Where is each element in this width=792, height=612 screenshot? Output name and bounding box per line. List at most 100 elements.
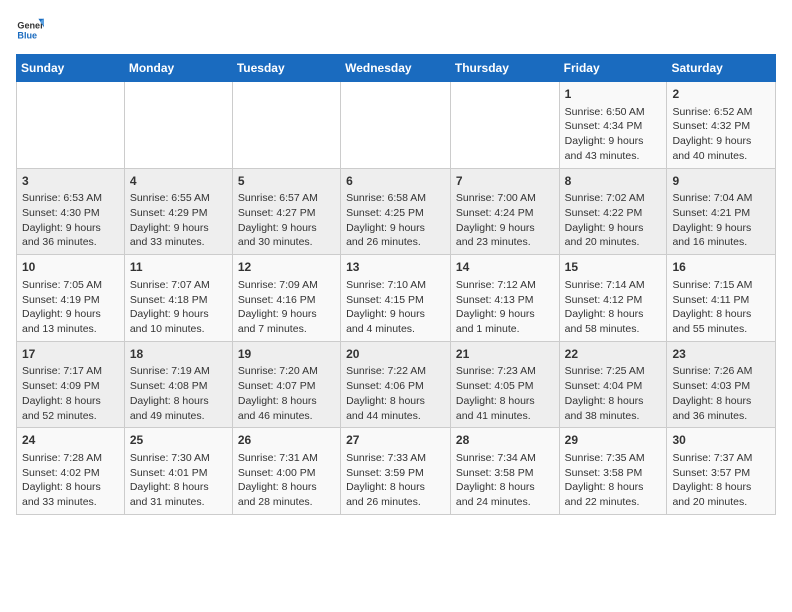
day-info: Sunrise: 7:34 AMSunset: 3:58 PMDaylight:… (456, 451, 554, 510)
day-number: 4 (130, 173, 227, 190)
day-number: 29 (565, 432, 662, 449)
day-cell-1-4 (341, 82, 451, 169)
header-friday: Friday (559, 55, 667, 82)
day-cell-5-2: 25 Sunrise: 7:30 AMSunset: 4:01 PMDayligh… (124, 428, 232, 515)
day-number: 27 (346, 432, 445, 449)
day-info: Sunrise: 6:52 AMSunset: 4:32 PMDaylight:… (672, 105, 770, 164)
day-number: 15 (565, 259, 662, 276)
day-info: Sunrise: 7:05 AMSunset: 4:19 PMDaylight:… (22, 278, 119, 337)
day-cell-5-5: 28 Sunrise: 7:34 AMSunset: 3:58 PMDayligh… (450, 428, 559, 515)
day-cell-1-6: 1 Sunrise: 6:50 AMSunset: 4:34 PMDaylight… (559, 82, 667, 169)
day-info: Sunrise: 7:25 AMSunset: 4:04 PMDaylight:… (565, 364, 662, 423)
day-info: Sunrise: 7:15 AMSunset: 4:11 PMDaylight:… (672, 278, 770, 337)
day-info: Sunrise: 7:37 AMSunset: 3:57 PMDaylight:… (672, 451, 770, 510)
day-cell-5-1: 24 Sunrise: 7:28 AMSunset: 4:02 PMDayligh… (17, 428, 125, 515)
day-number: 9 (672, 173, 770, 190)
day-number: 18 (130, 346, 227, 363)
day-cell-4-7: 23Sunrise: 7:26 AMSunset: 4:03 PMDayligh… (667, 341, 776, 428)
day-cell-1-3 (232, 82, 340, 169)
calendar-table: SundayMondayTuesdayWednesdayThursdayFrid… (16, 54, 776, 515)
day-cell-2-7: 9Sunrise: 7:04 AMSunset: 4:21 PMDaylight… (667, 168, 776, 255)
day-info: Sunrise: 7:14 AMSunset: 4:12 PMDaylight:… (565, 278, 662, 337)
header-saturday: Saturday (667, 55, 776, 82)
svg-text:General: General (17, 21, 44, 31)
day-cell-5-7: 30 Sunrise: 7:37 AMSunset: 3:57 PMDayligh… (667, 428, 776, 515)
day-cell-5-6: 29Sunrise: 7:35 AMSunset: 3:58 PMDayligh… (559, 428, 667, 515)
day-cell-1-2 (124, 82, 232, 169)
week-row-5: 24 Sunrise: 7:28 AMSunset: 4:02 PMDayligh… (17, 428, 776, 515)
day-info: Sunrise: 7:23 AMSunset: 4:05 PMDaylight:… (456, 364, 554, 423)
day-number: 12 (238, 259, 335, 276)
day-info: Sunrise: 7:17 AMSunset: 4:09 PMDaylight:… (22, 364, 119, 423)
header: General Blue (16, 16, 776, 44)
day-number: 30 (672, 432, 770, 449)
day-info: Sunrise: 7:02 AMSunset: 4:22 PMDaylight:… (565, 191, 662, 250)
day-info: Sunrise: 6:57 AMSunset: 4:27 PMDaylight:… (238, 191, 335, 250)
logo-icon: General Blue (16, 16, 44, 44)
header-tuesday: Tuesday (232, 55, 340, 82)
day-info: Sunrise: 6:58 AMSunset: 4:25 PMDaylight:… (346, 191, 445, 250)
day-cell-3-1: 10 Sunrise: 7:05 AMSunset: 4:19 PMDayligh… (17, 255, 125, 342)
day-cell-4-4: 20Sunrise: 7:22 AMSunset: 4:06 PMDayligh… (341, 341, 451, 428)
day-cell-4-2: 18Sunrise: 7:19 AMSunset: 4:08 PMDayligh… (124, 341, 232, 428)
day-number: 24 (22, 432, 119, 449)
day-info: Sunrise: 6:55 AMSunset: 4:29 PMDaylight:… (130, 191, 227, 250)
week-row-4: 17Sunrise: 7:17 AMSunset: 4:09 PMDayligh… (17, 341, 776, 428)
day-cell-5-3: 26Sunrise: 7:31 AMSunset: 4:00 PMDayligh… (232, 428, 340, 515)
day-number: 10 (22, 259, 119, 276)
day-number: 19 (238, 346, 335, 363)
day-info: Sunrise: 7:07 AMSunset: 4:18 PMDaylight:… (130, 278, 227, 337)
day-number: 21 (456, 346, 554, 363)
day-number: 6 (346, 173, 445, 190)
day-cell-3-6: 15 Sunrise: 7:14 AMSunset: 4:12 PMDayligh… (559, 255, 667, 342)
day-info: Sunrise: 7:00 AMSunset: 4:24 PMDaylight:… (456, 191, 554, 250)
day-cell-3-3: 12Sunrise: 7:09 AMSunset: 4:16 PMDayligh… (232, 255, 340, 342)
day-info: Sunrise: 7:12 AMSunset: 4:13 PMDaylight:… (456, 278, 554, 337)
calendar-header-row: SundayMondayTuesdayWednesdayThursdayFrid… (17, 55, 776, 82)
day-cell-3-4: 13Sunrise: 7:10 AMSunset: 4:15 PMDayligh… (341, 255, 451, 342)
week-row-2: 3Sunrise: 6:53 AMSunset: 4:30 PMDaylight… (17, 168, 776, 255)
day-cell-4-1: 17Sunrise: 7:17 AMSunset: 4:09 PMDayligh… (17, 341, 125, 428)
day-cell-2-5: 7Sunrise: 7:00 AMSunset: 4:24 PMDaylight… (450, 168, 559, 255)
week-row-3: 10 Sunrise: 7:05 AMSunset: 4:19 PMDayligh… (17, 255, 776, 342)
day-cell-2-2: 4Sunrise: 6:55 AMSunset: 4:29 PMDaylight… (124, 168, 232, 255)
day-number: 17 (22, 346, 119, 363)
day-number: 16 (672, 259, 770, 276)
day-number: 25 (130, 432, 227, 449)
day-number: 26 (238, 432, 335, 449)
header-wednesday: Wednesday (341, 55, 451, 82)
day-number: 22 (565, 346, 662, 363)
day-cell-3-5: 14 Sunrise: 7:12 AMSunset: 4:13 PMDayligh… (450, 255, 559, 342)
day-info: Sunrise: 7:19 AMSunset: 4:08 PMDaylight:… (130, 364, 227, 423)
day-number: 13 (346, 259, 445, 276)
logo: General Blue (16, 16, 48, 44)
day-cell-2-6: 8Sunrise: 7:02 AMSunset: 4:22 PMDaylight… (559, 168, 667, 255)
day-cell-3-7: 16 Sunrise: 7:15 AMSunset: 4:11 PMDayligh… (667, 255, 776, 342)
day-number: 8 (565, 173, 662, 190)
day-cell-4-3: 19Sunrise: 7:20 AMSunset: 4:07 PMDayligh… (232, 341, 340, 428)
day-info: Sunrise: 7:20 AMSunset: 4:07 PMDaylight:… (238, 364, 335, 423)
day-cell-5-4: 27 Sunrise: 7:33 AMSunset: 3:59 PMDayligh… (341, 428, 451, 515)
day-cell-1-1 (17, 82, 125, 169)
day-cell-2-1: 3Sunrise: 6:53 AMSunset: 4:30 PMDaylight… (17, 168, 125, 255)
day-info: Sunrise: 6:50 AMSunset: 4:34 PMDaylight:… (565, 105, 662, 164)
header-thursday: Thursday (450, 55, 559, 82)
day-number: 20 (346, 346, 445, 363)
day-number: 2 (672, 86, 770, 103)
day-info: Sunrise: 7:30 AMSunset: 4:01 PMDaylight:… (130, 451, 227, 510)
day-number: 11 (130, 259, 227, 276)
day-info: Sunrise: 7:28 AMSunset: 4:02 PMDaylight:… (22, 451, 119, 510)
day-number: 28 (456, 432, 554, 449)
day-number: 1 (565, 86, 662, 103)
day-cell-4-5: 21Sunrise: 7:23 AMSunset: 4:05 PMDayligh… (450, 341, 559, 428)
day-info: Sunrise: 7:33 AMSunset: 3:59 PMDaylight:… (346, 451, 445, 510)
day-info: Sunrise: 6:53 AMSunset: 4:30 PMDaylight:… (22, 191, 119, 250)
svg-text:Blue: Blue (17, 30, 37, 40)
day-cell-1-7: 2 Sunrise: 6:52 AMSunset: 4:32 PMDaylight… (667, 82, 776, 169)
day-number: 14 (456, 259, 554, 276)
day-number: 7 (456, 173, 554, 190)
day-cell-4-6: 22Sunrise: 7:25 AMSunset: 4:04 PMDayligh… (559, 341, 667, 428)
day-number: 3 (22, 173, 119, 190)
day-number: 23 (672, 346, 770, 363)
day-info: Sunrise: 7:04 AMSunset: 4:21 PMDaylight:… (672, 191, 770, 250)
